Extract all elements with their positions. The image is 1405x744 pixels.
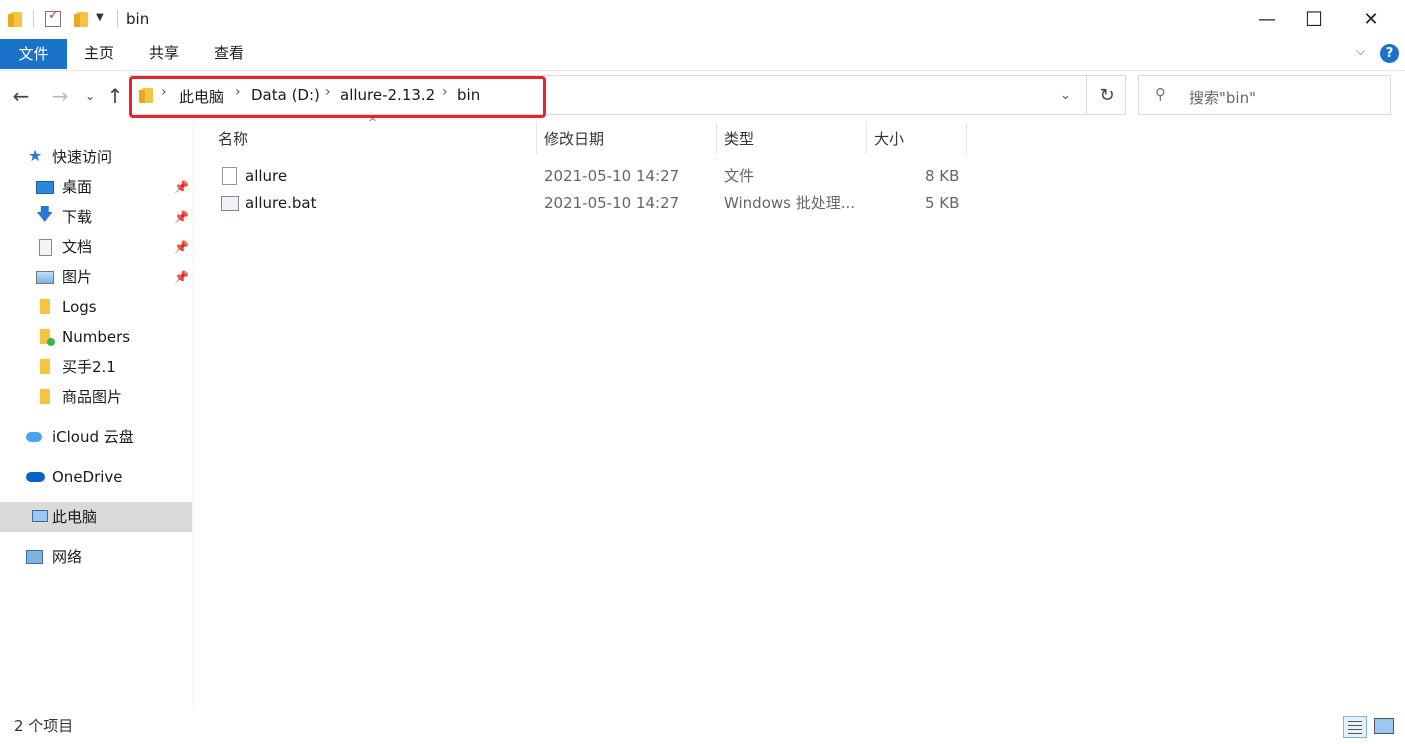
- cloud-icon: [26, 432, 42, 442]
- file-date: 2021-05-10 14:27: [544, 167, 680, 185]
- onedrive-cloud-icon: [26, 472, 45, 482]
- minimize-button[interactable]: —: [1244, 0, 1290, 38]
- sidebar-item-icloud[interactable]: iCloud 云盘: [12, 422, 182, 452]
- expand-ribbon-icon[interactable]: ⌵: [1356, 44, 1365, 59]
- sidebar-item-downloads[interactable]: 🡇 下载 📌: [22, 202, 192, 232]
- pin-icon[interactable]: 📌: [174, 202, 189, 232]
- column-divider[interactable]: [866, 122, 867, 154]
- file-type: 文件: [724, 167, 755, 185]
- column-divider[interactable]: [966, 122, 967, 154]
- tab-view[interactable]: 查看: [197, 38, 261, 68]
- close-button[interactable]: ✕: [1348, 0, 1394, 38]
- status-item-count: 2 个项目: [14, 717, 74, 735]
- column-header-type[interactable]: 类型: [724, 124, 754, 154]
- file-size: 8 KB: [925, 167, 960, 185]
- desktop-icon: [36, 181, 54, 194]
- file-icon: [222, 167, 237, 185]
- column-header-name[interactable]: 名称: [218, 124, 248, 154]
- tab-home[interactable]: 主页: [67, 38, 131, 68]
- folder-icon: [40, 389, 50, 404]
- file-date: 2021-05-10 14:27: [544, 194, 680, 212]
- star-icon: ★: [28, 146, 43, 165]
- file-name: allure: [245, 167, 288, 185]
- column-divider[interactable]: [536, 122, 537, 154]
- sidebar-item-logs[interactable]: Logs: [22, 292, 192, 322]
- sync-status-icon: [47, 338, 55, 346]
- sidebar-item-onedrive[interactable]: OneDrive: [12, 462, 182, 492]
- pane-splitter[interactable]: [193, 120, 194, 710]
- sidebar-item-product-images[interactable]: 商品图片: [22, 382, 192, 412]
- sidebar-item-this-pc[interactable]: 此电脑: [0, 502, 192, 532]
- sidebar-item-desktop[interactable]: 桌面 📌: [22, 172, 192, 202]
- chevron-down-icon[interactable]: ⌄: [1060, 88, 1071, 103]
- column-header-date[interactable]: 修改日期: [544, 124, 604, 154]
- pin-icon[interactable]: 📌: [174, 172, 189, 202]
- sidebar-item-pictures[interactable]: 图片 📌: [22, 262, 192, 292]
- back-arrow-icon[interactable]: ←: [7, 80, 35, 112]
- document-icon: [39, 239, 52, 256]
- divider: [33, 10, 34, 28]
- column-divider[interactable]: [716, 122, 717, 154]
- sidebar-item-network[interactable]: 网络: [12, 542, 182, 572]
- search-icon: ⚲: [1155, 85, 1166, 103]
- maximize-button[interactable]: ☐: [1291, 0, 1337, 38]
- download-arrow-icon: 🡇: [36, 205, 54, 225]
- column-header-size[interactable]: 大小: [874, 124, 904, 154]
- batch-file-icon: [221, 196, 239, 211]
- file-row[interactable]: allure.bat 2021-05-10 14:27 Windows 批处理.…: [215, 190, 975, 217]
- up-arrow-icon[interactable]: ↑: [101, 80, 129, 112]
- refresh-icon[interactable]: ↻: [1086, 75, 1127, 115]
- details-view-icon[interactable]: [1343, 716, 1367, 738]
- folder-icon: [40, 359, 50, 374]
- file-type: Windows 批处理...: [724, 194, 856, 212]
- search-input[interactable]: 搜索"bin": [1189, 87, 1256, 108]
- search-box[interactable]: ⚲ 搜索"bin": [1138, 75, 1391, 115]
- folder-icon: [8, 12, 22, 27]
- tab-share[interactable]: 共享: [131, 38, 197, 68]
- annotation-highlight-box: [129, 76, 546, 118]
- sidebar-item-buyer[interactable]: 买手2.1: [22, 352, 192, 382]
- sidebar-item-documents[interactable]: 文档 📌: [22, 232, 192, 262]
- file-size: 5 KB: [925, 194, 960, 212]
- sort-ascending-icon: ^: [368, 116, 378, 129]
- pin-icon[interactable]: 📌: [174, 262, 189, 292]
- sidebar-item-quick-access[interactable]: ★ 快速访问: [14, 142, 184, 172]
- help-icon[interactable]: ?: [1380, 44, 1399, 63]
- forward-arrow-icon[interactable]: →: [46, 80, 74, 112]
- new-folder-icon[interactable]: [74, 12, 88, 27]
- properties-icon[interactable]: ✓: [45, 8, 61, 27]
- recent-locations-icon[interactable]: ⌄: [76, 80, 104, 112]
- pictures-icon: [36, 271, 54, 284]
- file-name: allure.bat: [245, 194, 317, 212]
- divider: [117, 10, 118, 28]
- file-row[interactable]: allure 2021-05-10 14:27 文件 8 KB: [215, 163, 975, 190]
- computer-icon: [32, 510, 48, 522]
- pin-icon[interactable]: 📌: [174, 232, 189, 262]
- large-icons-view-icon[interactable]: [1374, 718, 1394, 734]
- tab-file[interactable]: 文件: [0, 39, 67, 69]
- window-title: bin: [126, 10, 150, 28]
- folder-icon: [40, 299, 50, 314]
- network-icon: [26, 550, 43, 564]
- title-bar: ✓ ▼ bin — ☐ ✕: [0, 0, 1405, 38]
- customize-toolbar-icon[interactable]: ▼: [96, 12, 104, 23]
- sidebar-item-numbers[interactable]: Numbers: [22, 322, 192, 352]
